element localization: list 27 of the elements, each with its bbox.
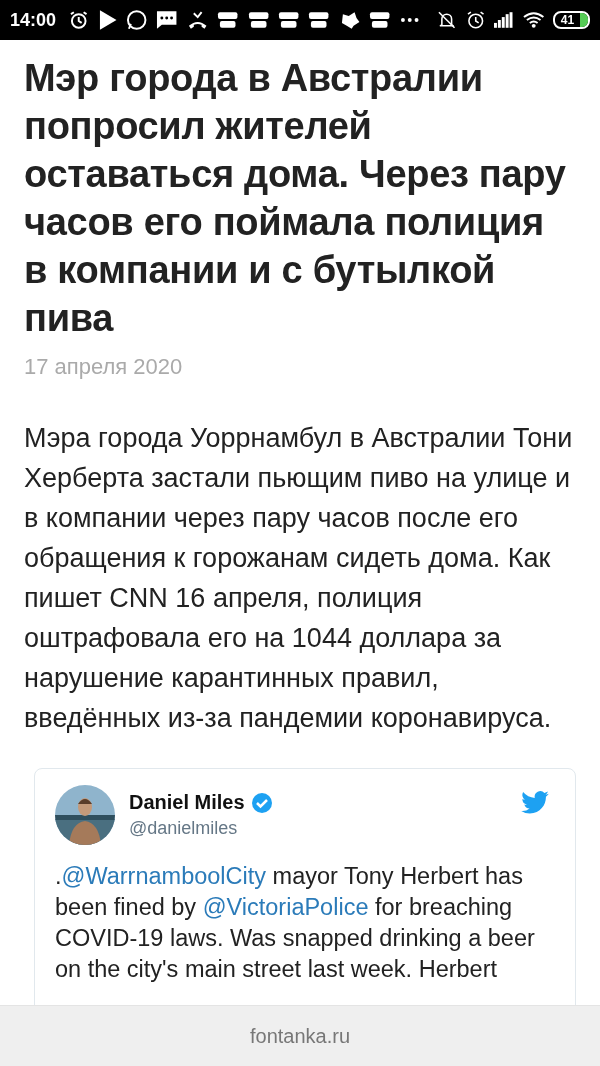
chat-bubble-icon xyxy=(126,9,148,31)
mention-link[interactable]: @VictoriaPolice xyxy=(202,894,369,920)
app-notification-icon xyxy=(308,10,330,30)
author-handle: @danielmiles xyxy=(129,818,239,839)
wifi-icon xyxy=(522,12,544,28)
muted-bell-icon xyxy=(437,10,457,30)
app-notification-icon xyxy=(369,10,391,30)
author-name: Daniel Miles xyxy=(129,791,245,814)
article-date: 17 апреля 2020 xyxy=(24,354,184,380)
app-notification-icon xyxy=(278,10,300,30)
status-time: 14:00 xyxy=(10,9,57,31)
article-lead: Мэра города Уоррнамбул в Австралии Тони Херберта застали пьющим пиво на улице и в компании через пару часов после его обращения к горожанам сидеть дома. Как пишет CNN 16 апреля, полиция оштрафовала его на 1044 доллара за нарушение карантинных правил, введённых из-за пандемии коронавируса. xyxy=(24,422,574,735)
site-address: fontanka.ru xyxy=(249,1024,351,1048)
more-icon xyxy=(399,17,420,23)
app-notification-icon xyxy=(217,10,239,30)
alarm-icon xyxy=(69,10,89,30)
tweet-text: .@WarrnamboolCity mayor Tony Herbert has been fined by @VictoriaPolice for breaching COVID-19 laws. Was snapped drinking a beer on the city's main street last week. Herbert xyxy=(55,862,536,984)
alarm-icon xyxy=(465,10,486,30)
message-icon xyxy=(156,10,178,30)
bird-icon xyxy=(521,791,549,814)
app-notification-icon xyxy=(247,10,269,30)
play-icon xyxy=(97,9,117,31)
battery-icon: 41 xyxy=(552,11,590,29)
missed-call-icon xyxy=(186,10,209,30)
signal-icon xyxy=(494,12,514,28)
article-title: Мэр города в Австралии попросил жителей оставаться дома. Через пару часов его поймала полиция в компании и с бутылкой пива xyxy=(24,56,567,341)
mention-link[interactable]: @WarrnamboolCity xyxy=(61,863,267,889)
